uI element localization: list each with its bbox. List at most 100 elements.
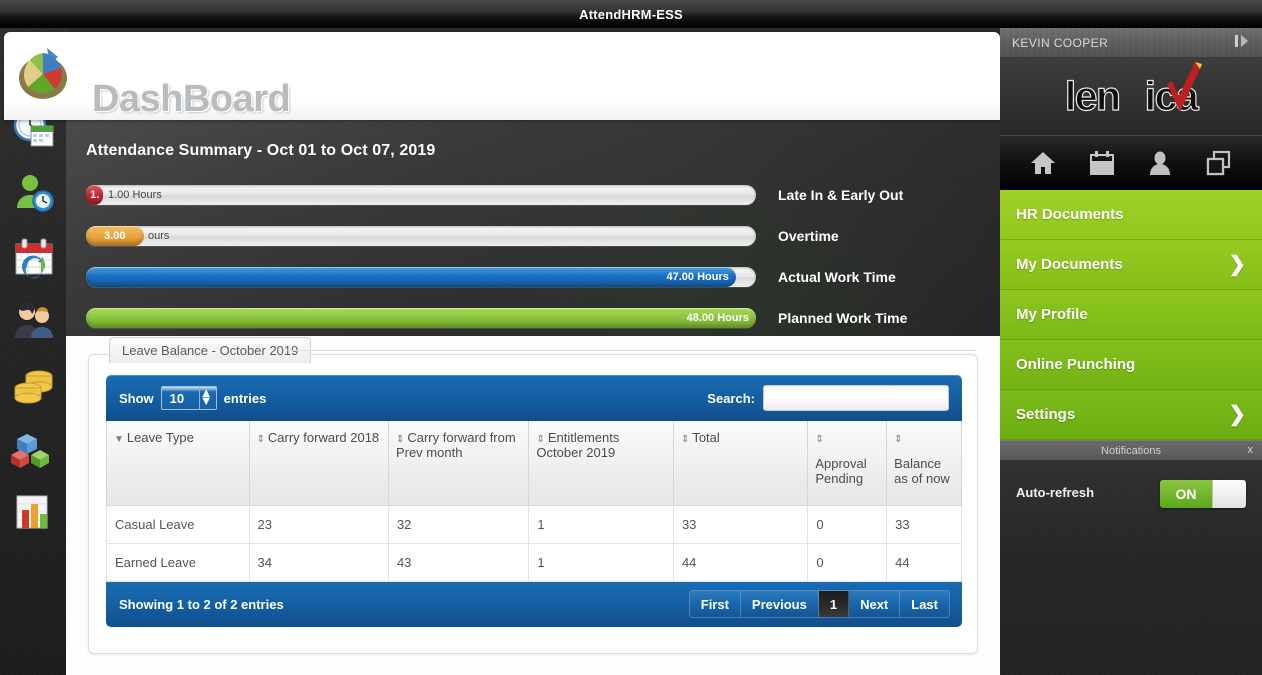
sidebar-item-my-profile[interactable]: My Profile (1000, 290, 1262, 340)
summary-bar-row: 3.00 ours Overtime (86, 215, 981, 256)
cell-carry-forward-prev: 32 (387, 504, 530, 544)
column-header-carry-forward-2018[interactable]: ⇕ Carry forward 2018 (248, 421, 389, 506)
leave-balance-datatable: Show 10 ▲ ▼ entries Search: ▼ Leave Type… (106, 375, 962, 627)
auto-refresh-label: Auto-refresh (1016, 485, 1095, 500)
content-card: Leave Balance - October 2019 Show 10 ▲ ▼ (66, 336, 1000, 675)
table-row[interactable]: Casual Leave 23 32 1 33 0 33 (106, 504, 962, 544)
column-header-balance-as-of-now[interactable]: ⇕ Balance as of now (886, 421, 962, 506)
column-label: Leave Type (126, 430, 194, 445)
page-title: DashBoard (92, 78, 291, 120)
collapse-panel-icon[interactable] (1234, 34, 1250, 51)
bar-chart-icon[interactable] (11, 490, 57, 536)
sidebar-user-bar: KEVIN COOPER (1000, 28, 1262, 58)
user-icon[interactable] (1146, 149, 1174, 177)
sidebar-item-label: My Profile (1016, 306, 1088, 323)
column-label: Entitlements October 2019 (536, 430, 620, 460)
coins-icon[interactable] (11, 362, 57, 408)
calendar-icon[interactable] (1088, 149, 1116, 177)
auto-refresh-toggle[interactable]: ON (1160, 480, 1246, 508)
close-icon[interactable]: x (1248, 444, 1254, 456)
notifications-body: Auto-refresh ON (1000, 460, 1262, 552)
show-label: Show (119, 390, 154, 406)
column-header-leave-type[interactable]: ▼ Leave Type (106, 421, 250, 506)
progress-inline-value: 48.00 Hours (686, 311, 749, 324)
leave-balance-panel: Leave Balance - October 2019 Show 10 ▲ ▼ (88, 337, 978, 654)
progress-label: Planned Work Time (778, 309, 908, 326)
entries-label: entries (223, 390, 267, 406)
sort-desc-icon: ▼ (114, 434, 124, 445)
home-icon[interactable] (1029, 149, 1057, 177)
chevron-right-icon: ❯ (1228, 253, 1246, 276)
leave-balance-table: ▼ Leave Type ⇕ Carry forward 2018 ⇕ Carry f… (106, 421, 962, 582)
pagination-next[interactable]: Next (849, 591, 901, 617)
pagination-last[interactable]: Last (900, 591, 949, 617)
leave-balance-tab[interactable]: Leave Balance - October 2019 (109, 337, 312, 363)
progress-track: 3.00 ours (86, 225, 756, 246)
column-header-entitlements[interactable]: ⇕ Entitlements October 2019 (528, 421, 674, 506)
sort-both-icon: ⇕ (536, 434, 545, 445)
application-window: AttendHRM-ESS DashBoard Attendance Summa… (0, 0, 1262, 675)
cell-total: 33 (672, 504, 809, 544)
entries-stepper[interactable]: 10 ▲ ▼ (160, 386, 217, 410)
chevron-down-icon[interactable]: ▼ (192, 394, 213, 407)
notifications-list-empty (1000, 552, 1262, 675)
people-icon[interactable] (11, 298, 57, 344)
sidebar-menu: HR Documents My Documents ❯ My Profile O… (1000, 190, 1262, 440)
progress-fill: 47.00 Hours (86, 266, 736, 287)
sidebar-item-online-punching[interactable]: Online Punching (1000, 340, 1262, 390)
sort-both-icon: ⇕ (815, 434, 824, 445)
table-header-row: ▼ Leave Type ⇕ Carry forward 2018 ⇕ Carry f… (106, 421, 962, 506)
sidebar-item-my-documents[interactable]: My Documents ❯ (1000, 240, 1262, 290)
column-header-carry-forward-prev-month[interactable]: ⇕ Carry forward from Prev month (387, 421, 530, 506)
stepper-arrows[interactable]: ▲ ▼ (184, 386, 213, 407)
datatable-length-control: Show 10 ▲ ▼ entries (119, 386, 266, 410)
pie-chart-icon (14, 44, 72, 102)
datatable-header: Show 10 ▲ ▼ entries Search: (106, 375, 962, 421)
sidebar-item-label: My Documents (1016, 256, 1123, 273)
cell-balance: 33 (886, 504, 962, 544)
column-header-approval-pending[interactable]: ⇕ Approval Pending (807, 421, 888, 506)
cell-total: 44 (672, 542, 809, 582)
cubes-icon[interactable] (11, 426, 57, 472)
pagination-previous[interactable]: Previous (740, 591, 819, 617)
pagination-page-1[interactable]: 1 (818, 591, 850, 617)
cell-entitlements: 1 (528, 542, 674, 582)
summary-bar-row: 47.00 Hours Actual Work Time (86, 256, 981, 297)
summary-bar-row: 1. 1.00 Hours Late In & Early Out (86, 174, 981, 215)
right-sidebar: KEVIN COOPER lenVica (1000, 28, 1262, 675)
cell-leave-type: Earned Leave (106, 542, 250, 582)
datatable-footer: Showing 1 to 2 of 2 entries First Previo… (106, 581, 962, 627)
window-titlebar: AttendHRM-ESS (0, 0, 1262, 28)
window-title: AttendHRM-ESS (579, 6, 683, 22)
column-header-total[interactable]: ⇕ Total (672, 421, 809, 506)
windows-copy-icon[interactable] (1205, 149, 1233, 177)
progress-label: Late In & Early Out (778, 186, 904, 203)
summary-title: Attendance Summary - Oct 01 to Oct 07, 2… (86, 142, 436, 159)
column-label: Carry forward from Prev month (395, 430, 516, 460)
column-label: Approval Pending (815, 456, 867, 486)
panel-divider (287, 350, 977, 351)
left-icon-rail (0, 28, 68, 675)
progress-track: 47.00 Hours (86, 266, 756, 287)
dashboard-header: DashBoard (4, 32, 1000, 120)
toggle-knob (1212, 480, 1246, 508)
search-label: Search: (707, 390, 755, 406)
sort-both-icon: ⇕ (894, 434, 903, 445)
sidebar-item-label: Online Punching (1016, 356, 1136, 373)
pagination-first[interactable]: First (689, 591, 741, 617)
search-input[interactable] (763, 385, 949, 411)
notifications-header: Notifications x (1000, 440, 1262, 460)
column-label: Carry forward 2018 (267, 430, 380, 445)
sidebar-icon-bar (1000, 136, 1262, 190)
sidebar-item-settings[interactable]: Settings ❯ (1000, 390, 1262, 440)
sort-both-icon: ⇕ (680, 434, 690, 445)
brand-text-1: len (1064, 73, 1121, 119)
progress-label: Actual Work Time (778, 268, 896, 285)
column-label: Balance as of now (894, 456, 950, 486)
summary-bar-row: 48.00 Hours Planned Work Time (86, 297, 981, 336)
calendar-refresh-icon[interactable] (11, 234, 57, 280)
table-row[interactable]: Earned Leave 34 43 1 44 0 44 (106, 542, 962, 582)
sidebar-item-hr-documents[interactable]: HR Documents (1000, 190, 1262, 240)
cell-balance: 44 (886, 542, 962, 582)
user-clock-icon[interactable] (11, 170, 57, 216)
